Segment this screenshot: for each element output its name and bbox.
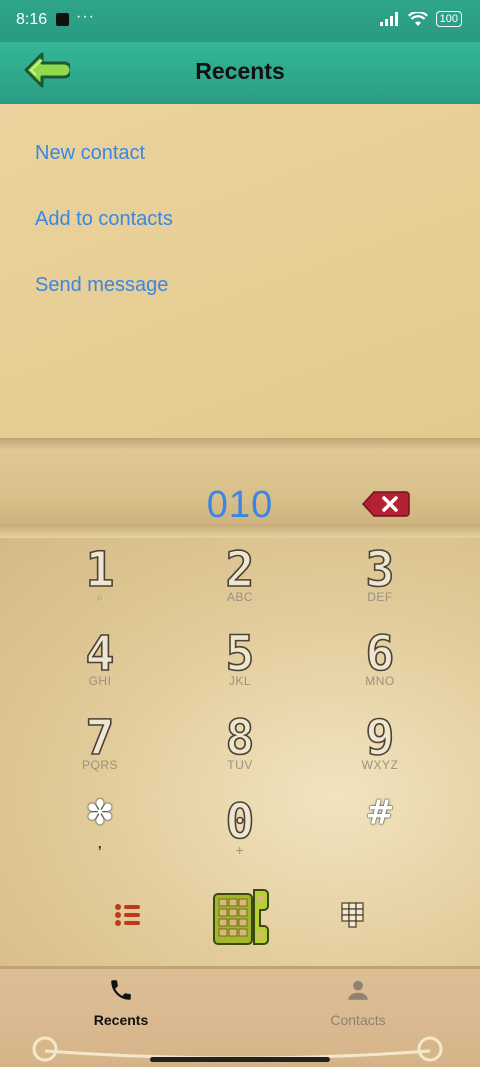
- digit-0-icon: 0: [225, 796, 256, 844]
- key-digit: 2: [226, 544, 255, 592]
- backspace-icon: [361, 491, 410, 517]
- key-digit: 6: [366, 628, 395, 676]
- dial-keypad: 1 ⌕ 2 ABC 3 DEF 4 GHI 5 JKL 6 MNO 7 PQRS 8 TUV 9 WXYZ ✽, 0 +…: [0, 538, 480, 968]
- status-icons: 100: [379, 11, 462, 27]
- key-digit: 1: [86, 544, 115, 592]
- key-4-button[interactable]: 4 GHI: [40, 622, 160, 702]
- key-letters: ⌕: [96, 590, 104, 604]
- key-digit: 4: [86, 628, 115, 676]
- key-letters: MNO: [365, 674, 395, 688]
- key-7-button[interactable]: 7 PQRS: [40, 706, 160, 786]
- battery-icon: 100: [435, 11, 462, 27]
- person-icon: [348, 980, 368, 1000]
- key-digit: 5: [226, 628, 255, 676]
- call-log-menu-button[interactable]: [114, 902, 142, 933]
- status-time: 8:16: [16, 11, 48, 28]
- more-notifications-icon: ···: [76, 8, 95, 25]
- key-digit: #: [365, 793, 395, 833]
- key-hash-button[interactable]: #: [320, 790, 440, 870]
- key-digit: 7: [86, 712, 115, 760]
- tab-contacts[interactable]: Contacts: [288, 977, 428, 1028]
- digit-7-icon: 7: [85, 712, 116, 760]
- key-8-button[interactable]: 8 TUV: [180, 706, 300, 786]
- action-list: New contact Add to contacts Send message: [0, 104, 480, 438]
- tab-contacts-label: Contacts: [330, 1012, 386, 1028]
- digit-6-icon: 6: [365, 628, 396, 676]
- dial-number-display: 010: [0, 438, 480, 538]
- page-title: Recents: [195, 58, 285, 84]
- key-letters: DEF: [367, 590, 393, 604]
- key-letters: ,: [97, 832, 103, 852]
- key-letters: JKL: [228, 674, 252, 688]
- key-letters: PQRS: [81, 758, 118, 772]
- list-icon: [115, 904, 140, 926]
- digit-8-icon: 8: [225, 712, 256, 760]
- wifi-icon: [407, 11, 428, 26]
- tab-recents-label: Recents: [93, 1012, 149, 1028]
- digit-9-icon: 9: [365, 712, 396, 760]
- key-digit: 9: [366, 712, 395, 760]
- key-6-button[interactable]: 6 MNO: [320, 622, 440, 702]
- digit-5-icon: 5: [225, 628, 256, 676]
- phone-icon: [111, 980, 131, 1000]
- key-1-button[interactable]: 1 ⌕: [40, 538, 160, 618]
- key-star-button[interactable]: ✽,: [40, 790, 160, 870]
- send-message-link[interactable]: Send message: [35, 274, 168, 297]
- home-indicator[interactable]: [150, 1057, 330, 1062]
- tab-recents[interactable]: Recents: [51, 977, 191, 1028]
- bottom-navigation: Recents Contacts: [0, 966, 480, 1067]
- backspace-button[interactable]: [361, 490, 410, 518]
- digit-1-icon: 1: [85, 544, 116, 592]
- notification-icon: [56, 13, 69, 26]
- key-5-button[interactable]: 5 JKL: [180, 622, 300, 702]
- phone-keypad-call-icon: [213, 889, 269, 945]
- digit-3-icon: 3: [365, 544, 396, 592]
- new-contact-link[interactable]: New contact: [35, 142, 145, 165]
- key-9-button[interactable]: 9 WXYZ: [320, 706, 440, 786]
- digit-2-icon: 2: [225, 544, 256, 592]
- keypad-grid-icon: [341, 902, 364, 928]
- key-letters: TUV: [227, 758, 253, 772]
- key-digit: 3: [366, 544, 395, 592]
- key-letters: ABC: [226, 590, 254, 604]
- asterisk-icon: ✽: [85, 794, 115, 832]
- signal-icon: [379, 12, 398, 26]
- key-3-button[interactable]: 3 DEF: [320, 538, 440, 618]
- key-letters: WXYZ: [361, 758, 399, 772]
- hide-keypad-button[interactable]: [341, 902, 365, 937]
- key-digit: 8: [226, 712, 255, 760]
- key-0-button[interactable]: 0 +: [180, 790, 300, 870]
- key-2-button[interactable]: 2 ABC: [180, 538, 300, 618]
- status-bar: 8:16 ··· 100: [0, 0, 480, 42]
- app-header: Recents: [0, 42, 480, 104]
- key-digit: 0: [226, 796, 255, 844]
- call-button[interactable]: [212, 888, 270, 951]
- add-to-contacts-link[interactable]: Add to contacts: [35, 208, 173, 231]
- key-letters: GHI: [88, 674, 112, 688]
- digit-4-icon: 4: [85, 628, 116, 676]
- key-letters: +: [235, 842, 245, 858]
